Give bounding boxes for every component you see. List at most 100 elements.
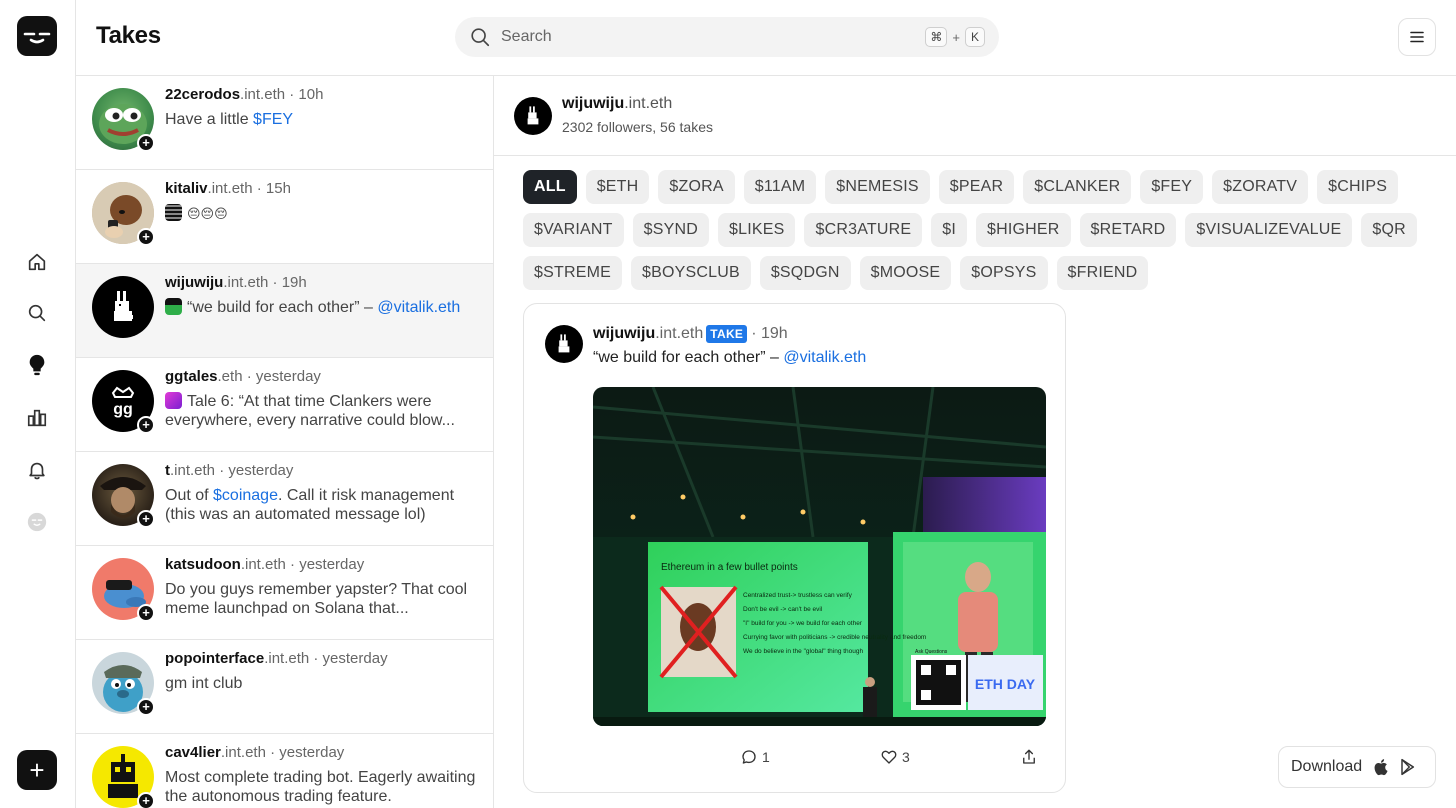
follow-badge[interactable]: + xyxy=(137,134,155,152)
ticker-chip[interactable]: $I xyxy=(931,213,967,247)
feed-emojis: 😔😔😔 xyxy=(187,206,228,221)
search-bar[interactable]: ⌘ + K xyxy=(455,17,999,57)
feed-time: · 19h xyxy=(268,274,307,291)
home-icon[interactable] xyxy=(22,247,52,277)
follow-badge[interactable]: + xyxy=(137,792,155,808)
ticker-chip[interactable]: $HIGHER xyxy=(975,213,1071,247)
ticker-chip[interactable]: $LIKES xyxy=(718,213,796,247)
feed-text: gm int club xyxy=(165,675,243,692)
feed-text: Have a little xyxy=(165,111,254,128)
ticker-chip[interactable]: $11AM xyxy=(743,170,817,204)
feed-handle[interactable]: wijuwiju xyxy=(165,274,223,291)
slide-bullet: Currying favor with politicians -> credi… xyxy=(743,634,926,641)
ticker-link[interactable]: $coinage xyxy=(213,487,278,504)
take-badge: TAKE xyxy=(706,325,748,343)
search-input[interactable] xyxy=(501,28,926,46)
feed-handle[interactable]: cav4lier xyxy=(165,744,221,761)
slide-bullet: "I" build for you -> we build for each o… xyxy=(743,620,863,627)
ticker-chip[interactable]: $VISUALIZEVALUE xyxy=(1185,213,1353,247)
feed-domain: .int.eth xyxy=(240,86,286,103)
lightbulb-icon[interactable] xyxy=(22,350,52,380)
ticker-chip[interactable]: $NEMESIS xyxy=(825,170,930,204)
comment-icon xyxy=(742,750,756,764)
feed-time: · yesterday xyxy=(309,650,388,667)
post-image[interactable]: Ethereum in a few bullet points Centrali… xyxy=(593,387,1046,726)
feed-text: Tale 6: “At that time Clankers were ever… xyxy=(165,393,455,429)
ticker-chip[interactable]: $OPSYS xyxy=(960,256,1048,290)
new-take-button[interactable]: + xyxy=(17,750,57,790)
search-icon[interactable] xyxy=(22,298,52,328)
feed-item[interactable]: + popointerface.int.eth · yesterday gm i… xyxy=(76,640,493,734)
ticker-chip[interactable]: $CR3ATURE xyxy=(804,213,923,247)
ticker-chip[interactable]: $VARIANT xyxy=(523,213,624,247)
feed-handle[interactable]: popointerface xyxy=(165,650,264,667)
slide-bullet: Centralized trust-> trustless can verify xyxy=(743,592,853,599)
menu-button[interactable] xyxy=(1398,18,1436,56)
feed-domain: .int.eth xyxy=(220,744,266,761)
ticker-chip[interactable]: $MOOSE xyxy=(859,256,952,290)
follow-badge[interactable]: + xyxy=(137,416,155,434)
share-button[interactable] xyxy=(1020,748,1038,766)
ticker-chip[interactable]: $BOYSCLUB xyxy=(630,256,751,290)
ticker-chip[interactable]: $ETH xyxy=(585,170,650,204)
ticker-chip[interactable]: $CHIPS xyxy=(1317,170,1399,204)
shortcut-plus: + xyxy=(952,29,960,45)
ticker-chip[interactable]: $FEY xyxy=(1140,170,1204,204)
feed-handle[interactable]: kitaliv xyxy=(165,180,208,197)
post-handle[interactable]: wijuwiju xyxy=(593,325,655,343)
feed-item[interactable]: + 22cerodos.int.eth · 10h Have a little … xyxy=(76,76,493,170)
play-store-icon[interactable] xyxy=(1400,758,1416,776)
feed-text: “we build for each other” – xyxy=(187,299,378,316)
feed-handle[interactable]: 22cerodos xyxy=(165,86,240,103)
ticker-chip[interactable]: $FRIEND xyxy=(1056,256,1149,290)
ticker-chip[interactable]: $SQDGN xyxy=(759,256,851,290)
ticker-chip[interactable]: $ZORA xyxy=(658,170,735,204)
feed-handle[interactable]: ggtales xyxy=(165,368,218,385)
ticker-chip[interactable]: $CLANKER xyxy=(1023,170,1132,204)
chart-icon[interactable] xyxy=(22,403,52,433)
follow-badge[interactable]: + xyxy=(137,510,155,528)
bell-icon[interactable] xyxy=(22,455,52,485)
feed-text: Do you guys remember yapster? That cool … xyxy=(165,581,468,617)
profile-stats: 2302 followers, 56 takes xyxy=(562,119,713,135)
ticker-chip[interactable]: $STREME xyxy=(523,256,622,290)
feed-item[interactable]: + kitaliv.int.eth · 15h 😔😔😔 xyxy=(76,170,493,264)
avatar[interactable] xyxy=(92,276,154,338)
feed-domain: .int.eth xyxy=(223,274,269,291)
ticker-chip[interactable]: $QR xyxy=(1361,213,1417,247)
ticker-chip[interactable]: $SYND xyxy=(632,213,710,247)
feed-handle[interactable]: katsudoon xyxy=(165,556,241,573)
feed-domain: .int.eth xyxy=(264,650,310,667)
follow-badge[interactable]: + xyxy=(137,228,155,246)
feed-item[interactable]: + cav4lier.int.eth · yesterday Most comp… xyxy=(76,734,493,808)
feed-item[interactable]: gg + ggtales.eth · yesterday Tale 6: “At… xyxy=(76,358,493,452)
like-button[interactable]: 3 xyxy=(880,748,910,766)
profile-handle[interactable]: wijuwiju xyxy=(562,95,624,112)
feed-item[interactable]: + t.int.eth · yesterday Out of $coinage.… xyxy=(76,452,493,546)
ticker-chip[interactable]: $PEAR xyxy=(938,170,1015,204)
comment-button[interactable]: 1 xyxy=(740,748,770,766)
profile-icon[interactable] xyxy=(22,507,52,537)
mention-link[interactable]: @vitalik.eth xyxy=(377,299,460,316)
feed-item[interactable]: + katsudoon.int.eth · yesterday Do you g… xyxy=(76,546,493,640)
follow-badge[interactable]: + xyxy=(137,604,155,622)
profile-avatar[interactable] xyxy=(514,97,552,135)
follow-badge[interactable]: + xyxy=(137,698,155,716)
apple-icon[interactable] xyxy=(1374,758,1390,776)
pixel-rabbit-icon xyxy=(527,106,539,125)
pixel-rabbit-icon xyxy=(114,291,133,321)
feed-domain: .int.eth xyxy=(240,556,286,573)
conference-photo: Ethereum in a few bullet points Centrali… xyxy=(593,387,1046,726)
chip-all[interactable]: ALL xyxy=(523,170,577,204)
ticker-chip[interactable]: $ZORATV xyxy=(1212,170,1309,204)
mention-link[interactable]: @vitalik.eth xyxy=(783,349,866,366)
feed-item-selected[interactable]: wijuwiju.int.eth · 19h “we build for eac… xyxy=(76,264,493,358)
post-avatar[interactable] xyxy=(545,325,583,363)
app-logo[interactable] xyxy=(17,16,57,56)
ticker-chip[interactable]: $RETARD xyxy=(1079,213,1177,247)
heart-icon xyxy=(881,750,897,764)
ticker-link[interactable]: $FEY xyxy=(253,111,293,128)
feed-text: Most complete trading bot. Eagerly await… xyxy=(165,769,476,805)
download-app-button[interactable]: Download xyxy=(1278,746,1436,788)
logo-face-icon xyxy=(23,32,51,44)
